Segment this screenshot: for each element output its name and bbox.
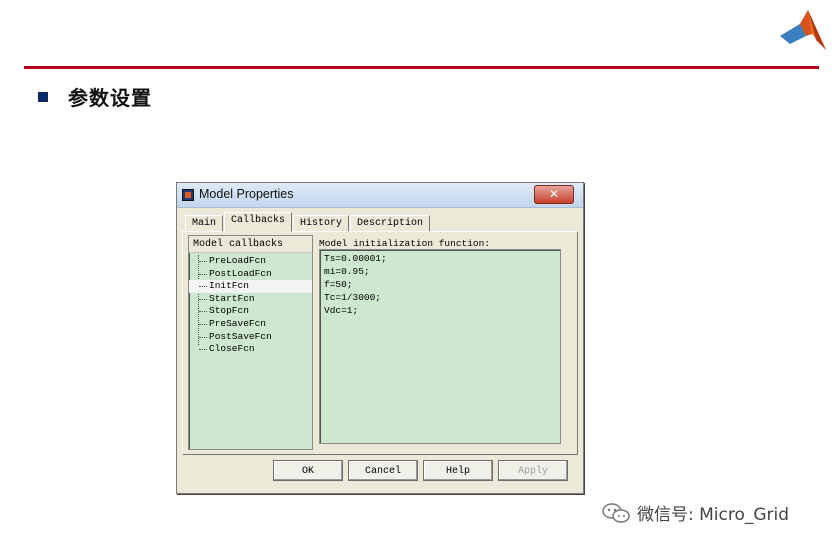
square-bullet-icon [38,91,48,102]
tree-item-presavefcn[interactable]: PreSaveFcn [189,318,312,331]
cancel-button[interactable]: Cancel [348,460,418,481]
tab-main[interactable]: Main [185,215,224,232]
code-line: f=50; [324,279,353,290]
function-label: Model initialization function: [319,238,491,249]
tab-description[interactable]: Description [350,215,431,232]
wechat-watermark: 微信号: Micro_Grid [601,500,789,525]
tree-item-preloadfcn[interactable]: PreLoadFcn [189,255,312,268]
slide-title: 参数设置 [68,86,152,110]
tab-strip: Main Callbacks History Description [185,212,431,232]
tab-history[interactable]: History [293,215,350,232]
ok-button[interactable]: OK [273,460,343,481]
slide-heading: 参数设置 [38,82,152,111]
help-button[interactable]: Help [423,460,493,481]
code-line: Tc=1/3000; [324,292,382,303]
apply-button[interactable]: Apply [498,460,568,481]
dialog-title: Model Properties [199,187,294,201]
tree-item-postloadfcn[interactable]: PostLoadFcn [189,268,312,281]
code-line: Ts=0.00001; [324,253,387,264]
simulink-app-icon [182,189,194,201]
tree-item-postsavefcn[interactable]: PostSaveFcn [189,331,312,344]
title-rule [24,66,819,69]
tree-item-closefcn[interactable]: CloseFcn [189,343,312,356]
tree-item-initfcn[interactable]: InitFcn [189,280,312,293]
close-button[interactable]: ✕ [534,185,574,204]
model-properties-dialog: Model Properties ✕ Main Callbacks Histor… [176,182,584,494]
code-line: mi=0.95; [324,266,370,277]
init-function-editor[interactable]: Ts=0.00001; mi=0.95; f=50; Tc=1/3000; Vd… [319,249,561,444]
watermark-text: 微信号: Micro_Grid [637,505,790,525]
dialog-titlebar[interactable]: Model Properties ✕ [177,183,583,208]
tab-callbacks[interactable]: Callbacks [224,212,293,232]
wechat-icon [602,502,630,523]
matlab-logo-icon [780,10,826,50]
callbacks-tree-header: Model callbacks [189,236,312,253]
code-line: Vdc=1; [324,305,359,316]
tree-item-stopfcn[interactable]: StopFcn [189,305,312,318]
tree-item-startfcn[interactable]: StartFcn [189,293,312,306]
callbacks-tree[interactable]: Model callbacks PreLoadFcn PostLoadFcn I… [188,235,313,450]
